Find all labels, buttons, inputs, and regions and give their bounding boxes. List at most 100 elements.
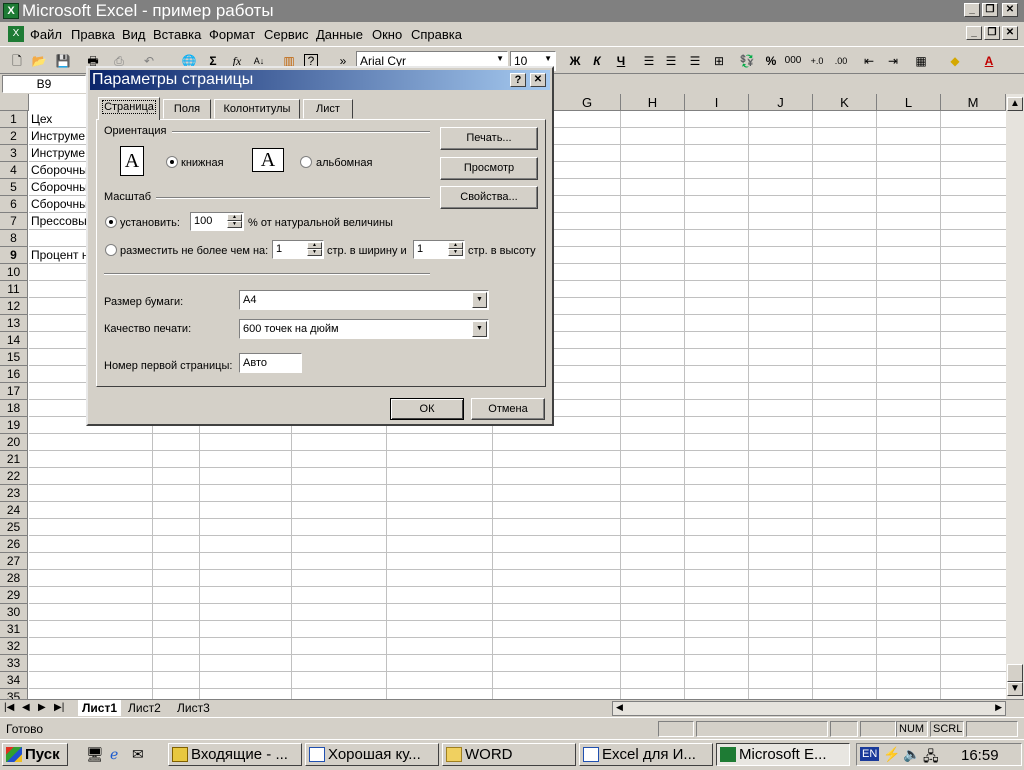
row-header[interactable]: 10 bbox=[0, 264, 28, 281]
open-icon[interactable]: 📂 bbox=[30, 52, 48, 70]
chevron-down-icon[interactable]: ▼ bbox=[544, 54, 552, 63]
doc-minimize-button[interactable]: _ bbox=[966, 26, 982, 40]
horizontal-scrollbar[interactable]: ◀ ▶ bbox=[612, 701, 1006, 716]
currency-icon[interactable]: 💱 bbox=[738, 52, 756, 70]
doc-restore-button[interactable]: ❐ bbox=[984, 26, 1000, 40]
cell-a4[interactable]: Сборочны bbox=[29, 162, 88, 179]
fill-color-icon[interactable]: ◆ bbox=[946, 52, 964, 70]
font-color-icon[interactable]: A bbox=[980, 52, 998, 70]
row-header[interactable]: 14 bbox=[0, 332, 28, 349]
spin-down-icon[interactable]: ▼ bbox=[227, 221, 242, 228]
menu-insert[interactable]: Вставка bbox=[153, 27, 201, 42]
row-header[interactable]: 32 bbox=[0, 638, 28, 655]
new-icon[interactable]: 🗋 bbox=[8, 52, 26, 70]
ie-icon[interactable]: ℯ bbox=[110, 746, 118, 763]
antivirus-icon[interactable]: ⚡ bbox=[883, 746, 900, 763]
task-inbox[interactable]: Входящие - ... bbox=[168, 743, 302, 766]
menu-data[interactable]: Данные bbox=[316, 27, 363, 42]
tab-page[interactable]: Страница bbox=[98, 97, 160, 120]
borders-icon[interactable]: ▦ bbox=[912, 52, 930, 70]
row-header[interactable]: 24 bbox=[0, 502, 28, 519]
align-right-icon[interactable]: ☰ bbox=[686, 52, 704, 70]
vertical-scrollbar[interactable]: ▲ ▼ bbox=[1006, 94, 1024, 699]
print-button[interactable]: Печать... bbox=[440, 127, 538, 150]
row-header[interactable]: 23 bbox=[0, 485, 28, 502]
sheet-tab-2[interactable]: Лист2 bbox=[128, 700, 161, 716]
scale-set-label[interactable]: установить: bbox=[120, 217, 180, 229]
row-header[interactable]: 22 bbox=[0, 468, 28, 485]
excel-app-icon[interactable]: X bbox=[3, 3, 19, 19]
dialog-close-button[interactable]: ✕ bbox=[530, 73, 546, 87]
menu-view[interactable]: Вид bbox=[122, 27, 146, 42]
landscape-label[interactable]: альбомная bbox=[316, 157, 372, 169]
row-header[interactable]: 17 bbox=[0, 383, 28, 400]
cell-a6[interactable]: Сборочны bbox=[29, 196, 88, 213]
first-sheet-icon[interactable]: |◀ bbox=[4, 702, 14, 713]
first-page-input[interactable]: Авто bbox=[239, 353, 302, 373]
row-header[interactable]: 1 bbox=[0, 111, 28, 128]
spin-down-icon[interactable]: ▼ bbox=[307, 249, 322, 256]
name-box[interactable]: B9 bbox=[2, 75, 86, 93]
outlook-icon[interactable]: ✉ bbox=[132, 746, 144, 763]
align-center-icon[interactable]: ☰ bbox=[662, 52, 680, 70]
column-header-m[interactable]: M bbox=[941, 94, 1006, 111]
fit-wide-spin[interactable]: 1 ▲ ▼ bbox=[272, 240, 324, 259]
menu-window[interactable]: Окно bbox=[372, 27, 402, 42]
help-button[interactable]: ? bbox=[510, 73, 526, 87]
column-header-i[interactable]: I bbox=[685, 94, 749, 111]
select-all-corner[interactable] bbox=[0, 94, 29, 111]
cell-a7[interactable]: Прессовы bbox=[29, 213, 87, 230]
cell-a9[interactable]: Процент н bbox=[29, 247, 88, 264]
sheet-tab-3[interactable]: Лист3 bbox=[177, 700, 210, 716]
row-header[interactable]: 21 bbox=[0, 451, 28, 468]
decrease-indent-icon[interactable]: ⇤ bbox=[860, 52, 878, 70]
row-header[interactable]: 25 bbox=[0, 519, 28, 536]
show-desktop-icon[interactable]: 🖥 bbox=[86, 746, 104, 763]
increase-indent-icon[interactable]: ⇥ bbox=[884, 52, 902, 70]
fit-tall-spin[interactable]: 1 ▲ ▼ bbox=[413, 240, 465, 259]
row-header[interactable]: 33 bbox=[0, 655, 28, 672]
last-sheet-icon[interactable]: ▶| bbox=[54, 702, 64, 713]
underline-button[interactable]: Ч bbox=[612, 52, 630, 70]
scroll-left-icon[interactable]: ◀ bbox=[616, 702, 623, 713]
print-quality-select[interactable]: 600 точек на дюйм ▼ bbox=[239, 319, 489, 339]
cell-a2[interactable]: Инструме bbox=[29, 128, 85, 145]
network-icon[interactable]: 🖧 bbox=[923, 746, 939, 770]
portrait-label[interactable]: книжная bbox=[181, 157, 224, 169]
row-header[interactable]: 35 bbox=[0, 689, 28, 699]
save-icon[interactable]: 💾 bbox=[54, 52, 72, 70]
portrait-radio[interactable] bbox=[166, 156, 178, 168]
percent-button[interactable]: % bbox=[762, 52, 780, 70]
row-header[interactable]: 27 bbox=[0, 553, 28, 570]
tab-margins[interactable]: Поля bbox=[163, 99, 211, 119]
row-header[interactable]: 20 bbox=[0, 434, 28, 451]
tab-headers[interactable]: Колонтитулы bbox=[214, 99, 300, 119]
merge-center-icon[interactable]: ⊞ bbox=[710, 52, 728, 70]
row-header[interactable]: 3 bbox=[0, 145, 28, 162]
sheet-tab-1[interactable]: Лист1 bbox=[78, 700, 122, 716]
row-header[interactable]: 18 bbox=[0, 400, 28, 417]
column-header-h[interactable]: H bbox=[621, 94, 685, 111]
row-header[interactable]: 13 bbox=[0, 315, 28, 332]
align-left-icon[interactable]: ☰ bbox=[640, 52, 658, 70]
menu-file[interactable]: Файл bbox=[30, 27, 62, 42]
row-header[interactable]: 9 bbox=[0, 247, 28, 264]
fit-to-radio[interactable] bbox=[105, 244, 117, 256]
menu-edit[interactable]: Правка bbox=[71, 27, 115, 42]
scale-set-radio[interactable] bbox=[105, 216, 117, 228]
row-header[interactable]: 30 bbox=[0, 604, 28, 621]
row-header[interactable]: 8 bbox=[0, 230, 28, 247]
column-header-k[interactable]: K bbox=[813, 94, 877, 111]
paper-size-select[interactable]: A4 ▼ bbox=[239, 290, 489, 310]
chevron-down-icon[interactable]: ▼ bbox=[472, 292, 487, 308]
row-header[interactable]: 12 bbox=[0, 298, 28, 315]
task-excel-active[interactable]: Microsoft E... bbox=[716, 743, 850, 766]
italic-button[interactable]: К bbox=[588, 52, 606, 70]
landscape-radio[interactable] bbox=[300, 156, 312, 168]
scroll-right-icon[interactable]: ▶ bbox=[995, 702, 1002, 713]
lang-indicator[interactable]: EN bbox=[860, 747, 880, 761]
scroll-up-icon[interactable]: ▲ bbox=[1007, 97, 1023, 111]
row-header[interactable]: 15 bbox=[0, 349, 28, 366]
minimize-button[interactable]: _ bbox=[964, 3, 980, 17]
thousands-button[interactable]: 000 bbox=[784, 52, 802, 70]
